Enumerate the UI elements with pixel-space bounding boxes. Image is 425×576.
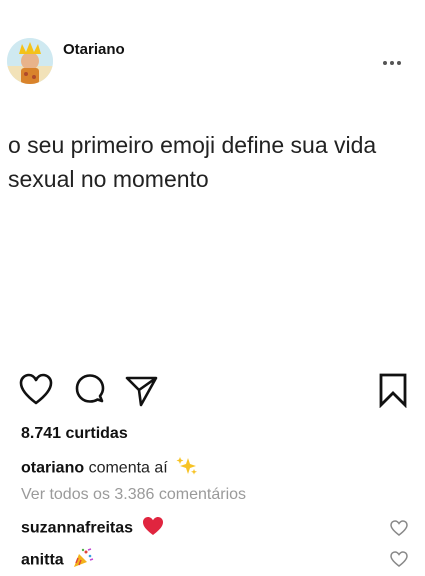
sparkles-icon — [176, 456, 198, 481]
share-icon[interactable] — [123, 372, 159, 408]
comment-icon[interactable] — [72, 372, 108, 408]
post-header: Otariano — [0, 0, 425, 90]
comment-username[interactable]: anitta — [21, 552, 64, 569]
comment-item: suzannafreitas — [21, 516, 164, 541]
post-actions — [0, 372, 425, 412]
heart-icon[interactable] — [18, 372, 54, 408]
author-comment: otariano comenta aí — [21, 456, 198, 481]
like-comment-heart-icon[interactable] — [390, 551, 408, 567]
comment-item: anitta — [21, 548, 94, 573]
comment-username[interactable]: suzannafreitas — [21, 520, 133, 537]
comment-text: comenta aí — [88, 459, 168, 477]
bookmark-icon[interactable] — [375, 372, 411, 409]
post-caption: o seu primeiro emoji define sua vida sex… — [8, 132, 377, 192]
comment-author-username[interactable]: otariano — [21, 460, 84, 477]
party-popper-icon — [72, 548, 94, 573]
view-all-comments-link[interactable]: Ver todos os 3.386 comentários — [21, 486, 246, 504]
avatar[interactable] — [7, 38, 53, 84]
likes-count[interactable]: 8.741 curtidas — [21, 425, 128, 443]
post-username[interactable]: Otariano — [63, 41, 125, 58]
like-comment-heart-icon[interactable] — [390, 520, 408, 536]
red-heart-icon — [142, 516, 164, 541]
avatar-image — [7, 38, 53, 84]
more-options-icon[interactable] — [383, 52, 405, 65]
